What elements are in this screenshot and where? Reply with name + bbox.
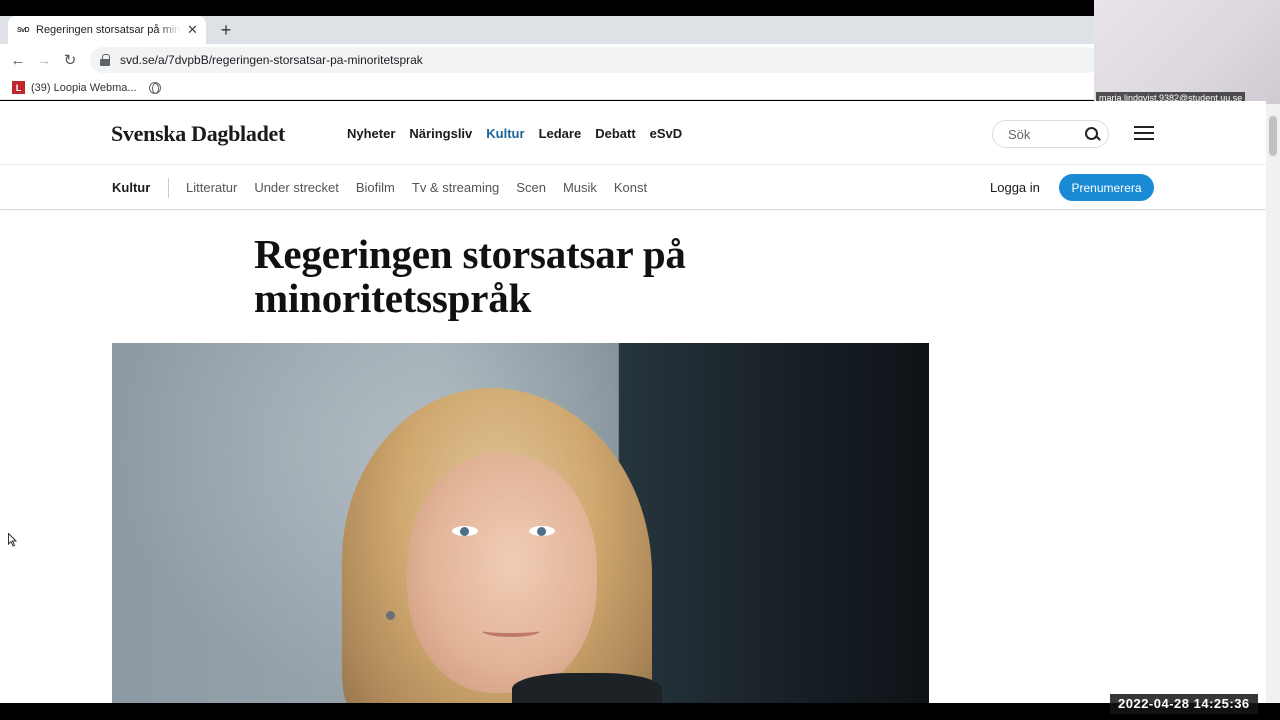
top-black-strip [0,0,1280,16]
main-nav: Nyheter Näringsliv Kultur Ledare Debatt … [347,126,682,141]
close-icon[interactable]: ✕ [187,22,198,38]
search-input[interactable]: Sök [992,120,1109,148]
nav-nyheter[interactable]: Nyheter [347,126,395,141]
nav-naringsliv[interactable]: Näringsliv [409,126,472,141]
sub-nav-biofilm[interactable]: Biofilm [356,180,395,195]
sub-nav-konst[interactable]: Konst [614,180,647,195]
reload-icon[interactable]: ↻ [57,47,83,73]
webcam-overlay: maria.lindqvist.9382@student.uu.se [1094,0,1280,104]
web-page: Svenska Dagbladet Nyheter Näringsliv Kul… [0,101,1266,703]
browser-tab[interactable]: SvD Regeringen storsatsar på minoritetss… [8,16,206,44]
sub-nav-tv-streaming[interactable]: Tv & streaming [412,180,499,195]
section-sub-nav: Kultur Litteratur Under strecket Biofilm… [0,166,1266,210]
article-headline: Regeringen storsatsar på minoritetsspråk [254,231,686,321]
loopia-icon: L [12,81,25,94]
hamburger-menu-icon[interactable] [1134,126,1154,140]
subscribe-button[interactable]: Prenumerera [1059,174,1154,201]
sub-nav-under-strecket[interactable]: Under strecket [254,180,339,195]
sub-nav-litteratur[interactable]: Litteratur [186,180,237,195]
nav-ledare[interactable]: Ledare [539,126,582,141]
nav-debatt[interactable]: Debatt [595,126,635,141]
site-header: Svenska Dagbladet Nyheter Näringsliv Kul… [0,101,1266,165]
nav-kultur[interactable]: Kultur [486,126,524,141]
recording-timestamp: 2022-04-28 14:25:36 [1110,694,1258,714]
svd-favicon-icon: SvD [16,26,30,34]
new-tab-button[interactable]: + [216,20,236,40]
bookmarks-bar: L (39) Loopia Webma... [0,76,1094,100]
page-scrollbar[interactable] [1266,104,1280,703]
url-text[interactable]: svd.se/a/7dvpbB/regeringen-storsatsar-pa… [120,53,423,67]
sub-nav-musik[interactable]: Musik [563,180,597,195]
site-logo[interactable]: Svenska Dagbladet [111,121,285,147]
article-hero-image [112,343,929,703]
scrollbar-thumb[interactable] [1269,116,1277,156]
nav-esvd[interactable]: eSvD [650,126,683,141]
back-arrow-icon[interactable]: ← [5,47,31,73]
sub-nav-links: Litteratur Under strecket Biofilm Tv & s… [186,180,647,195]
lock-icon[interactable] [100,54,110,66]
address-bar[interactable]: svd.se/a/7dvpbB/regeringen-storsatsar-pa… [90,47,1100,73]
bottom-black-strip [0,703,1280,720]
browser-toolbar: ← → ↻ svd.se/a/7dvpbB/regeringen-storsat… [0,44,1100,76]
forward-arrow-icon[interactable]: → [31,47,57,73]
bookmark-loopia[interactable]: (39) Loopia Webma... [31,82,137,94]
login-link[interactable]: Logga in [990,180,1040,195]
search-placeholder: Sök [1008,126,1031,142]
tab-title: Regeringen storsatsar på minoritetsspråk [36,24,181,36]
sub-nav-divider [168,178,169,198]
sub-nav-scen[interactable]: Scen [516,180,546,195]
browser-tab-bar: SvD Regeringen storsatsar på minoritetss… [0,16,1094,44]
globe-icon[interactable] [148,81,161,94]
sub-nav-section-title[interactable]: Kultur [112,180,150,195]
search-icon[interactable] [1080,124,1108,144]
